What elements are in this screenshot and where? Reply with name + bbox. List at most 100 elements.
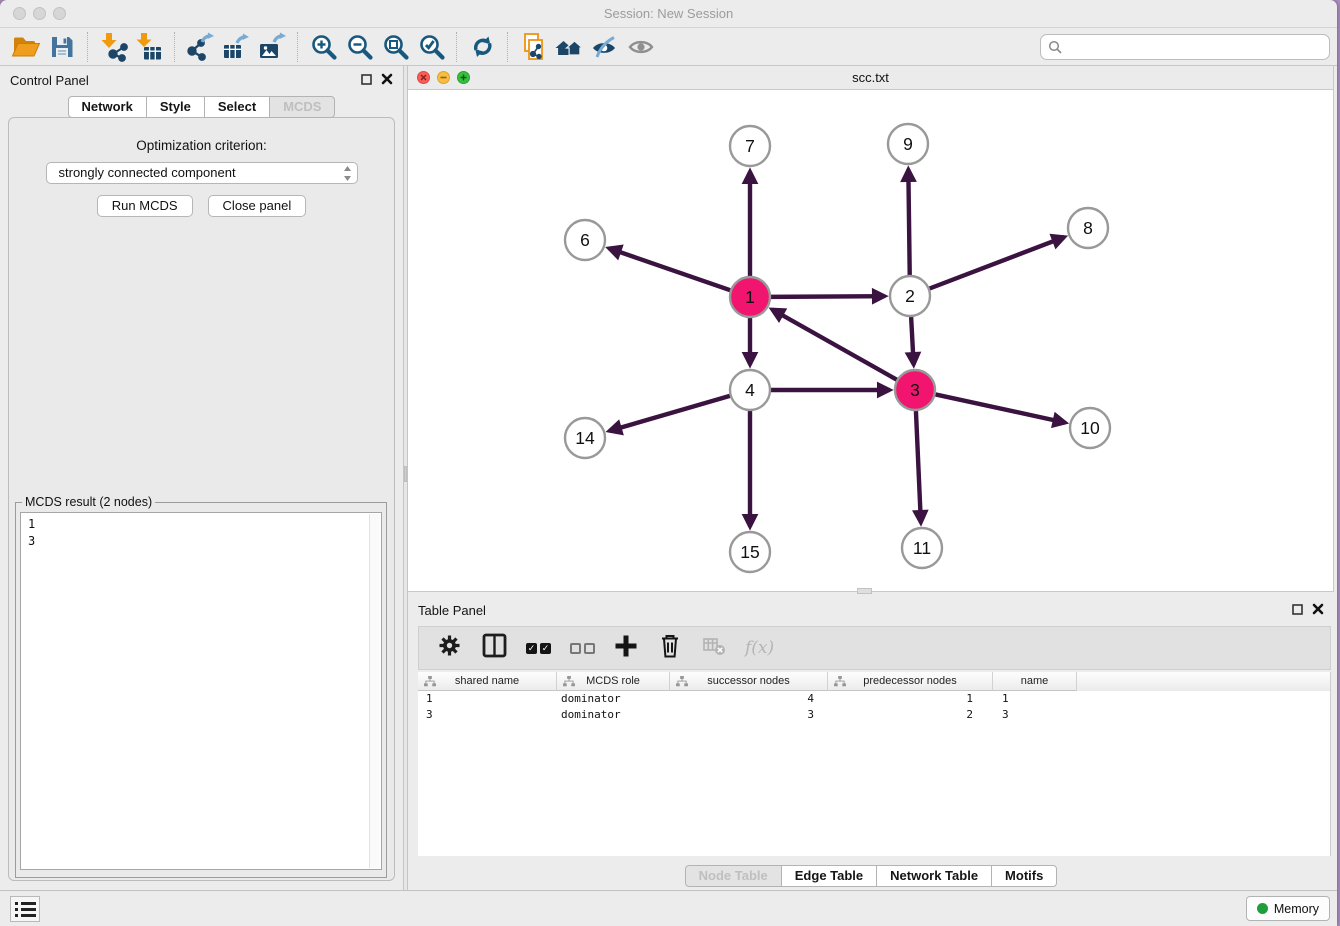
table-cell[interactable]: 1 <box>828 691 993 707</box>
zoom-selected-button[interactable] <box>413 30 449 64</box>
graph-edge-3-10[interactable] <box>936 394 1066 422</box>
graph-node-3[interactable]: 3 <box>895 370 935 410</box>
table-cell[interactable]: 1 <box>993 691 1077 707</box>
svg-text:9: 9 <box>903 134 913 154</box>
tab-select[interactable]: Select <box>205 96 270 118</box>
table-tab-node-table[interactable]: Node Table <box>685 865 782 887</box>
select-all-button[interactable]: ✓ ✓ <box>526 643 551 654</box>
toolbar-separator <box>174 32 175 62</box>
zoom-in-button[interactable] <box>305 30 341 64</box>
run-mcds-button[interactable]: Run MCDS <box>97 195 193 217</box>
deselect-all-button[interactable] <box>570 643 595 654</box>
graph-node-9[interactable]: 9 <box>888 124 928 164</box>
graph-node-2[interactable]: 2 <box>890 276 930 316</box>
mcds-result-list[interactable]: 13 <box>20 512 382 870</box>
criterion-dropdown[interactable]: strongly connected component <box>46 162 358 184</box>
float-table-panel-icon[interactable] <box>1292 604 1303 615</box>
export-network-button[interactable] <box>182 30 218 64</box>
column-header-predecessor-nodes[interactable]: predecessor nodes <box>828 672 993 691</box>
close-panel-button[interactable]: Close panel <box>208 195 307 217</box>
graph-node-14[interactable]: 14 <box>565 418 605 458</box>
status-bar: Memory <box>0 890 1337 926</box>
table-settings-button[interactable] <box>436 632 463 664</box>
column-header-successor-nodes[interactable]: successor nodes <box>670 672 828 691</box>
delete-table-button[interactable] <box>702 635 726 661</box>
tab-mcds[interactable]: MCDS <box>270 96 335 118</box>
table-cell[interactable]: 1 <box>418 691 557 707</box>
close-panel-icon[interactable] <box>381 73 393 85</box>
zoom-out-button[interactable] <box>341 30 377 64</box>
table-cell[interactable]: 2 <box>828 707 993 723</box>
graph-edge-2-9[interactable] <box>908 169 909 275</box>
graph-node-7[interactable]: 7 <box>730 126 770 166</box>
table-cell[interactable]: dominator <box>557 691 670 707</box>
graph-edge-4-14[interactable] <box>609 396 729 431</box>
table-cell[interactable]: 3 <box>418 707 557 723</box>
network-minimize-button[interactable] <box>437 71 450 84</box>
column-header-name[interactable]: name <box>993 672 1077 691</box>
search-input[interactable] <box>1067 40 1322 55</box>
graph-node-1[interactable]: 1 <box>730 277 770 317</box>
table-row[interactable]: 3dominator323 <box>418 707 1330 723</box>
open-session-button[interactable] <box>8 30 44 64</box>
graph-edge-2-8[interactable] <box>930 237 1065 288</box>
graph-edge-2-3[interactable] <box>911 317 914 365</box>
svg-text:11: 11 <box>913 538 931 558</box>
graph-node-4[interactable]: 4 <box>730 370 770 410</box>
tab-style[interactable]: Style <box>147 96 205 118</box>
table-cell[interactable]: 3 <box>670 707 828 723</box>
export-table-button[interactable] <box>218 30 254 64</box>
column-header-mcds-role[interactable]: MCDS role <box>557 672 670 691</box>
graph-edge-3-1[interactable] <box>772 310 896 380</box>
graph-node-11[interactable]: 11 <box>902 528 942 568</box>
zoom-out-icon <box>345 32 374 61</box>
close-window-button[interactable] <box>13 7 26 20</box>
table-row[interactable]: 1dominator411 <box>418 691 1330 707</box>
table-tab-edge-table[interactable]: Edge Table <box>782 865 877 887</box>
table-tab-network-table[interactable]: Network Table <box>877 865 992 887</box>
add-column-button[interactable] <box>614 634 638 663</box>
delete-column-button[interactable] <box>657 632 683 664</box>
table-cell[interactable]: 4 <box>670 691 828 707</box>
zoom-window-button[interactable] <box>53 7 66 20</box>
show-log-button[interactable] <box>10 896 40 922</box>
first-neighbors-button[interactable] <box>551 30 587 64</box>
network-canvas[interactable]: 1 2 3 4 6 7 8 9 10 11 14 15 <box>408 90 1334 591</box>
import-network-button[interactable] <box>95 30 131 64</box>
show-columns-button[interactable] <box>482 633 507 663</box>
import-table-button[interactable] <box>131 30 167 64</box>
save-session-button[interactable] <box>44 30 80 64</box>
table-panel: Table Panel ✓ ✓ <box>408 596 1334 890</box>
network-zoom-button[interactable] <box>457 71 470 84</box>
splitter-grip[interactable] <box>404 466 407 482</box>
graph-node-8[interactable]: 8 <box>1068 208 1108 248</box>
graph-node-15[interactable]: 15 <box>730 532 770 572</box>
graph-edge-1-2[interactable] <box>771 296 885 297</box>
zoom-fit-button[interactable] <box>377 30 413 64</box>
function-builder-button[interactable]: f(x) <box>745 638 774 658</box>
new-network-from-selection-button[interactable] <box>515 30 551 64</box>
table-cell[interactable]: dominator <box>557 707 670 723</box>
minimize-window-button[interactable] <box>33 7 46 20</box>
network-close-button[interactable] <box>417 71 430 84</box>
show-all-button[interactable] <box>623 30 659 64</box>
result-scrollbar[interactable] <box>369 514 380 868</box>
graph-node-6[interactable]: 6 <box>565 220 605 260</box>
memory-button[interactable]: Memory <box>1246 896 1330 921</box>
horizontal-splitter-grip[interactable] <box>857 588 872 594</box>
column-header-shared-name[interactable]: shared name <box>418 672 557 691</box>
hide-selected-button[interactable] <box>587 30 623 64</box>
plus-icon <box>614 634 638 658</box>
export-image-button[interactable] <box>254 30 290 64</box>
graph-edge-3-11[interactable] <box>916 411 921 523</box>
tab-network[interactable]: Network <box>68 96 147 118</box>
delete-table-icon <box>702 635 726 656</box>
apply-layout-button[interactable] <box>464 30 500 64</box>
close-table-panel-icon[interactable] <box>1312 603 1324 615</box>
float-panel-icon[interactable] <box>361 74 372 85</box>
toolbar-separator <box>87 32 88 62</box>
graph-node-10[interactable]: 10 <box>1070 408 1110 448</box>
table-cell[interactable]: 3 <box>993 707 1077 723</box>
graph-edge-1-6[interactable] <box>609 248 730 290</box>
table-tab-motifs[interactable]: Motifs <box>992 865 1057 887</box>
